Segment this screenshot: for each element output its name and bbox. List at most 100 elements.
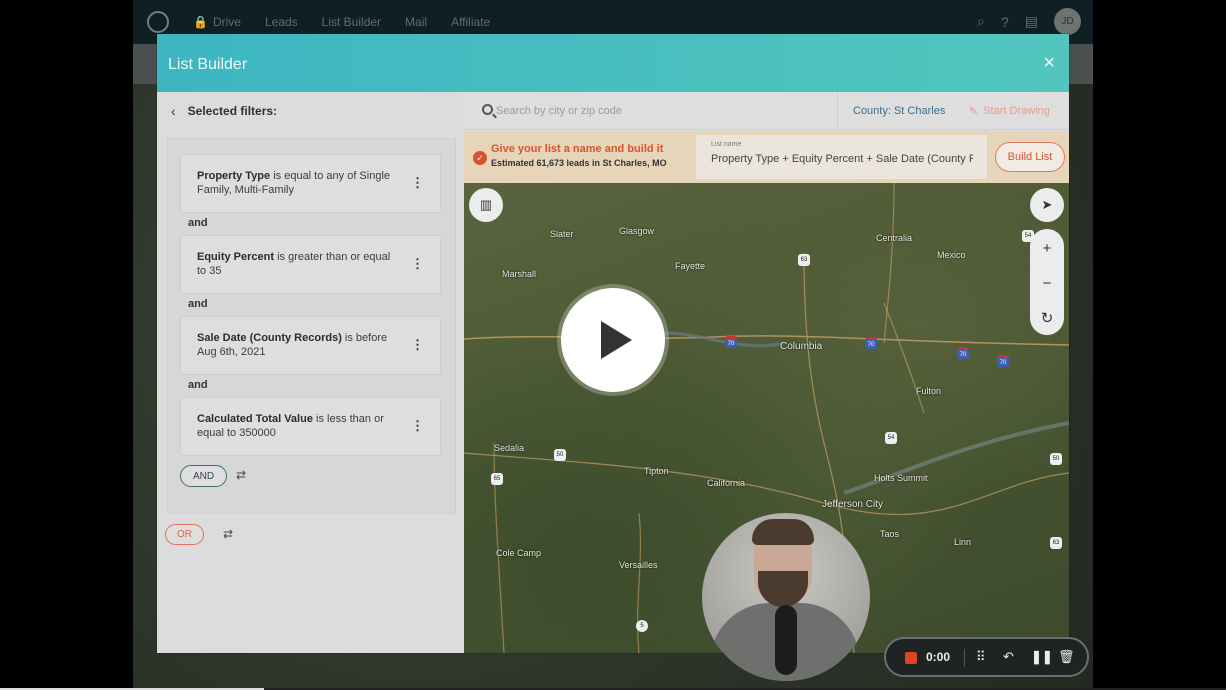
app-logo-icon[interactable] — [147, 11, 169, 33]
build-list-button[interactable]: Build List — [995, 142, 1065, 172]
webcam-overlay — [702, 513, 870, 681]
play-button[interactable] — [561, 288, 665, 392]
build-list-bar: ✓ Give your list a name and build it Est… — [464, 131, 1069, 183]
nav-list-builder[interactable]: List Builder — [322, 15, 381, 29]
close-icon[interactable]: × — [1043, 53, 1055, 73]
highway-shield: 5 — [636, 620, 648, 632]
nav-leads[interactable]: Leads — [265, 15, 298, 29]
list-name-input[interactable]: Property Type + Equity Percent + Sale Da… — [711, 153, 973, 165]
more-vertical-icon[interactable]: ⋮ — [411, 419, 424, 432]
filter-card[interactable]: Calculated Total Value is less than or e… — [180, 397, 441, 456]
filter-text: Calculated Total Value is less than or e… — [197, 413, 384, 439]
map-label: Mexico — [937, 250, 966, 260]
more-vertical-icon[interactable]: ⋮ — [411, 176, 424, 189]
map-label: Marshall — [502, 269, 537, 279]
more-vertical-icon[interactable]: ⋮ — [411, 257, 424, 270]
interstate-shield: 70 — [865, 337, 877, 349]
swap-icon[interactable]: ⇄ — [236, 468, 246, 482]
lock-icon: 🔒 — [193, 15, 208, 29]
filter-text: Equity Percent is greater than or equal … — [197, 251, 391, 277]
undo-icon[interactable]: ↶ — [1003, 649, 1014, 665]
recorder-controls: 0:00 ⠿ ↶ ❚❚ 🗑 — [884, 637, 1089, 677]
map-label: Columbia — [780, 341, 823, 352]
search-icon[interactable]: ⌕ — [977, 13, 985, 30]
interstate-shield: 70 — [957, 347, 969, 359]
zoom-controls: + − ↻ — [1030, 229, 1064, 335]
divider — [837, 92, 838, 130]
nav-right-tools: ⌕ ? ▤ JD — [977, 8, 1081, 35]
highway-shield: 50 — [554, 449, 566, 461]
map-label: Tipton — [644, 466, 669, 476]
nav-drive[interactable]: 🔒 Drive — [193, 15, 241, 29]
clipboard-icon[interactable]: ▤ — [1025, 13, 1038, 30]
map-label: Holts Summit — [874, 473, 928, 483]
map-label: Versailles — [619, 560, 658, 570]
webcam-beard — [758, 571, 808, 607]
map-label: Jefferson City — [822, 499, 883, 510]
swap-icon[interactable]: ⇄ — [223, 527, 233, 541]
county-selector[interactable]: County: St Charles — [853, 105, 945, 117]
refresh-icon[interactable]: ↻ — [1030, 301, 1064, 335]
build-title: Give your list a name and build it — [491, 143, 664, 155]
chevron-left-icon[interactable]: ‹ — [171, 103, 176, 119]
stop-record-icon[interactable] — [905, 652, 917, 664]
filters-header: ‹ Selected filters: — [157, 92, 464, 130]
pencil-icon: ✎ — [969, 106, 979, 118]
interstate-shield: 70 — [725, 336, 737, 348]
highway-shield: 63 — [1050, 537, 1062, 549]
map-label: Sedalia — [494, 443, 525, 453]
interstate-shield: 70 — [997, 355, 1009, 367]
search-bar: County: St Charles ✎Start Drawing — [464, 92, 1069, 130]
avatar[interactable]: JD — [1054, 8, 1081, 35]
search-input[interactable] — [496, 101, 826, 121]
map-label: Cole Camp — [496, 548, 542, 558]
highway-shield: 65 — [491, 473, 503, 485]
grid-icon[interactable]: ⠿ — [976, 649, 986, 665]
list-name-field[interactable]: List name Property Type + Equity Percent… — [696, 135, 987, 179]
more-vertical-icon[interactable]: ⋮ — [411, 338, 424, 351]
map-label: Glasgow — [619, 226, 655, 236]
trash-icon[interactable]: 🗑 — [1058, 649, 1075, 665]
filters-title: Selected filters: — [187, 104, 278, 118]
and-connector: and — [188, 217, 208, 229]
locate-arrow-icon[interactable]: ➤ — [1030, 188, 1064, 222]
check-circle-icon: ✓ — [473, 151, 487, 165]
map-label: Linn — [954, 537, 972, 547]
zoom-out-icon[interactable]: − — [1030, 266, 1064, 300]
divider — [964, 649, 965, 667]
highway-shield: 63 — [798, 254, 810, 266]
filter-text: Property Type is equal to any of Single … — [197, 170, 391, 196]
and-connector: and — [188, 298, 208, 310]
and-connector: and — [188, 379, 208, 391]
nav-mail[interactable]: Mail — [405, 15, 427, 29]
map-label: Fulton — [916, 386, 942, 396]
add-or-button[interactable]: OR — [165, 524, 204, 545]
map-label: Centralia — [876, 233, 913, 243]
list-name-label: List name — [711, 141, 742, 148]
nav-affiliate[interactable]: Affiliate — [451, 15, 490, 29]
filter-card[interactable]: Equity Percent is greater than or equal … — [180, 235, 441, 294]
highway-shield: 50 — [1050, 453, 1062, 465]
zoom-in-icon[interactable]: + — [1030, 231, 1064, 265]
filter-text: Sale Date (County Records) is before Aug… — [197, 332, 388, 358]
recording-time: 0:00 — [926, 650, 951, 664]
filters-panel: ‹ Selected filters: Property Type is equ… — [157, 92, 464, 653]
search-icon — [482, 104, 493, 115]
modal-header: List Builder × — [157, 34, 1069, 92]
map-label: California — [707, 478, 746, 488]
map-label: Fayette — [675, 261, 706, 271]
highway-shield: 54 — [885, 432, 897, 444]
pause-icon[interactable]: ❚❚ — [1031, 649, 1053, 665]
map-label: Taos — [880, 529, 900, 539]
microphone-icon — [775, 605, 797, 675]
webcam-hair — [752, 519, 814, 545]
filter-card[interactable]: Sale Date (County Records) is before Aug… — [180, 316, 441, 375]
filter-card[interactable]: Property Type is equal to any of Single … — [180, 154, 441, 213]
lead-estimate: Estimated 61,673 leads in St Charles, MO — [491, 158, 667, 168]
video-frame: 🔒 Drive Leads List Builder Mail Affiliate… — [0, 0, 1226, 690]
help-icon[interactable]: ? — [1001, 14, 1009, 30]
map-label: Slater — [550, 229, 574, 239]
add-and-button[interactable]: AND — [180, 465, 227, 487]
map-layers-icon[interactable]: ▥ — [469, 188, 503, 222]
start-drawing-button[interactable]: ✎ Start Drawing — [969, 105, 1050, 118]
